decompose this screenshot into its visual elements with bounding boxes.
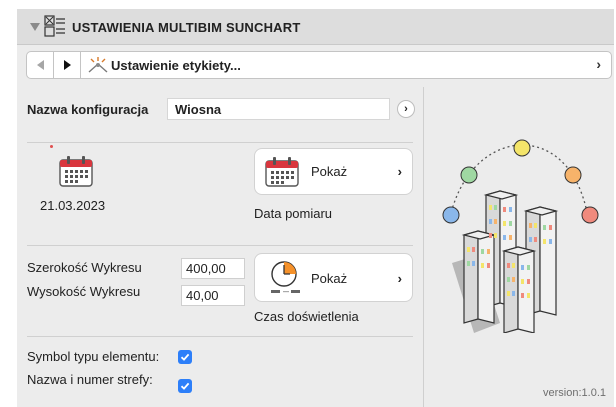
panel-title: USTAWIENIA MULTIBIM SUNCHART (72, 20, 301, 35)
divider (27, 245, 413, 246)
exposure-time-caption: Czas doświetlenia (254, 309, 359, 324)
show-label: Pokaż (311, 271, 348, 286)
settings-list-icon (44, 15, 65, 37)
measurement-date: 21.03.2023 (40, 198, 106, 213)
element-symbol-checkbox[interactable] (178, 350, 192, 364)
chevron-right-icon: › (397, 164, 402, 179)
checkmark-icon (180, 382, 190, 390)
calendar-icon (265, 157, 299, 187)
sunchart-buildings-illustration (442, 139, 599, 333)
calendar-icon (59, 156, 93, 187)
collapse-triangle-icon[interactable] (30, 23, 40, 31)
checkmark-icon (180, 353, 190, 361)
label-settings-icon (88, 57, 108, 73)
previous-page-button[interactable] (27, 52, 54, 78)
version-label: version:1.0.1 (543, 387, 606, 399)
arrow-left-icon (36, 60, 44, 70)
element-symbol-label: Symbol typu elementu: (27, 349, 160, 364)
measurement-date-caption: Data pomiaru (254, 206, 333, 221)
preview-pane: version:1.0.1 (423, 87, 614, 407)
chart-height-field[interactable]: 40,00 (181, 285, 245, 306)
page-select-label[interactable]: Ustawienie etykiety... (111, 58, 241, 73)
divider (27, 336, 413, 337)
page-navigator: Ustawienie etykiety... › (26, 51, 612, 79)
zone-name-number-checkbox[interactable] (178, 379, 192, 393)
show-measurement-date-button[interactable]: Pokaż › (254, 148, 413, 195)
chart-width-field[interactable]: 400,00 (181, 258, 245, 279)
show-exposure-time-button[interactable]: Pokaż › (254, 253, 413, 302)
next-page-button[interactable] (54, 52, 81, 78)
chevron-right-icon: › (397, 271, 402, 286)
chart-width-label: Szerokość Wykresu (27, 260, 142, 275)
sun-exposure-clock-icon (271, 261, 300, 293)
show-label: Pokaż (311, 164, 348, 179)
settings-form: Nazwa konfiguracja Wiosna › 21.03.2023 P… (17, 87, 423, 407)
configuration-name-field[interactable]: Wiosna (167, 98, 390, 120)
zone-name-number-label: Nazwa i numer strefy: (27, 372, 153, 387)
chart-height-label: Wysokość Wykresu (27, 284, 141, 299)
configuration-name-label: Nazwa konfiguracja (27, 102, 149, 117)
calendar-marker-dot (50, 145, 53, 148)
page-select-chevron-icon[interactable]: › (596, 56, 601, 72)
panel-header: USTAWIENIA MULTIBIM SUNCHART (17, 9, 614, 45)
configuration-menu-button[interactable]: › (397, 100, 415, 118)
arrow-right-icon (63, 60, 71, 70)
settings-panel: USTAWIENIA MULTIBIM SUNCHART Ustawienie … (17, 9, 614, 407)
divider (27, 142, 413, 143)
